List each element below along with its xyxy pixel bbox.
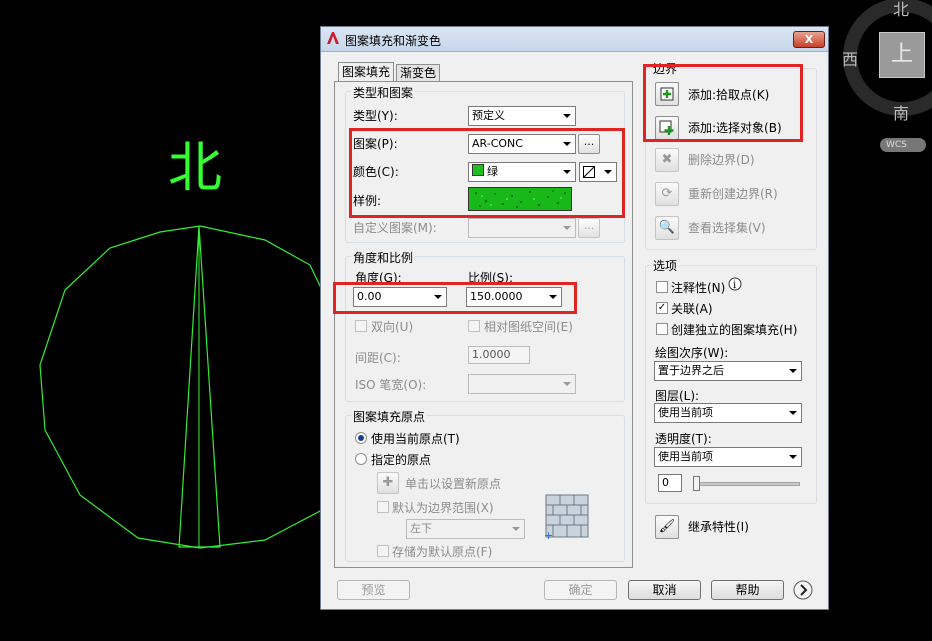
wcs-menu[interactable]: WCS	[880, 138, 926, 152]
store-default-origin-label: 存储为默认原点(F)	[392, 545, 493, 559]
chevron-down-icon	[789, 411, 797, 415]
help-button[interactable]: 帮助	[711, 580, 784, 600]
layer-label: 图层(L):	[655, 389, 700, 403]
draw-order-label: 绘图次序(W):	[655, 346, 729, 360]
custom-browse-button[interactable]: ...	[578, 218, 600, 238]
transparency-number-input[interactable]: 0	[658, 474, 682, 492]
click-set-origin-label: 单击以设置新原点	[405, 477, 502, 491]
viewcube-south-label[interactable]: 南	[893, 100, 909, 124]
circle-polygon	[39, 225, 323, 549]
highlight-angle-scale-box	[333, 282, 577, 314]
recreate-boundary-icon[interactable]: ⟳	[655, 182, 679, 206]
spacing-label: 间距(C):	[355, 351, 401, 365]
info-icon[interactable]: i	[728, 277, 742, 291]
chevron-down-icon	[512, 527, 520, 531]
dialog-title: 图案填充和渐变色	[345, 34, 442, 48]
origin-position-value: 左下	[410, 522, 432, 535]
type-label: 类型(Y):	[353, 109, 398, 123]
double-checkbox[interactable]	[355, 320, 367, 332]
specified-origin-label: 指定的原点	[371, 453, 432, 467]
viewcube-north-label[interactable]: 北	[893, 0, 909, 20]
svg-text:i: i	[733, 280, 736, 291]
store-default-origin-checkbox[interactable]	[377, 545, 389, 557]
use-current-origin-label: 使用当前原点(T)	[371, 432, 460, 446]
chevron-down-icon	[563, 382, 571, 386]
cancel-button[interactable]: 取消	[628, 580, 701, 600]
angle-scale-group-title: 角度和比例	[351, 249, 416, 266]
hatch-gradient-dialog: 图案填充和渐变色 X 图案填充 渐变色 类型和图案 类型(Y): 预定义 图案(…	[320, 26, 829, 610]
set-origin-icon[interactable]: ✚	[377, 472, 399, 494]
autocad-app-icon	[327, 32, 339, 44]
view-selection-magnifier-icon[interactable]: 🔍	[655, 216, 679, 240]
tab-hatch[interactable]: 图案填充	[338, 62, 395, 81]
options-group-title: 选项	[651, 257, 680, 274]
specified-origin-radio[interactable]	[355, 453, 367, 465]
relative-paperspace-checkbox[interactable]	[468, 320, 480, 332]
recreate-boundary-label[interactable]: 重新创建边界(R)	[688, 185, 778, 202]
iso-pen-width-label: ISO 笔宽(O):	[355, 378, 427, 392]
transparency-slider-thumb[interactable]	[693, 476, 700, 491]
type-dropdown[interactable]: 预定义	[468, 106, 576, 126]
use-current-origin-radio[interactable]	[355, 432, 367, 444]
highlight-boundary-box	[643, 64, 803, 142]
double-label: 双向(U)	[371, 320, 414, 334]
dialog-titlebar[interactable]: 图案填充和渐变色 X	[321, 27, 828, 52]
chevron-down-icon	[789, 369, 797, 373]
iso-pen-width-dropdown[interactable]	[468, 374, 576, 394]
transparency-slider-track[interactable]	[693, 482, 800, 486]
custom-pattern-dropdown[interactable]	[468, 218, 576, 238]
viewcube-top-face[interactable]: 上	[879, 32, 925, 78]
associative-label: 关联(A)	[671, 302, 713, 316]
inherit-properties-icon[interactable]: 🖌	[655, 515, 679, 539]
inherit-properties-label[interactable]: 继承特性(I)	[688, 518, 749, 535]
layer-value: 使用当前项	[658, 406, 713, 419]
viewcube-west-label[interactable]: 西	[842, 46, 858, 70]
hatch-tab-panel: 类型和图案 类型(Y): 预定义 图案(P): AR-CONC ... 颜色(C…	[333, 81, 633, 568]
north-text: 北	[168, 136, 222, 199]
hatch-origin-group-title: 图案填充原点	[351, 408, 428, 425]
chevron-down-icon	[789, 455, 797, 459]
svg-text:+: +	[544, 529, 553, 539]
ok-button[interactable]: 确定	[544, 580, 617, 600]
preview-button[interactable]: 预览	[337, 580, 410, 600]
draw-order-value: 置于边界之后	[658, 364, 724, 377]
view-selection-label[interactable]: 查看选择集(V)	[688, 219, 766, 236]
chevron-down-icon	[563, 226, 571, 230]
type-pattern-group-title: 类型和图案	[351, 84, 416, 101]
default-extent-label: 默认为边界范围(X)	[392, 501, 494, 515]
annotative-label: 注释性(N)	[671, 281, 726, 295]
origin-brick-preview-icon: +	[544, 494, 589, 539]
relative-paperspace-label: 相对图纸空间(E)	[484, 320, 573, 334]
type-value: 预定义	[472, 109, 505, 122]
spacing-input[interactable]: 1.0000	[468, 346, 530, 364]
annotative-checkbox[interactable]	[656, 281, 668, 293]
remove-boundary-label[interactable]: 删除边界(D)	[688, 151, 755, 168]
separate-hatches-checkbox[interactable]	[656, 323, 668, 335]
more-options-arrow-icon[interactable]	[793, 580, 813, 600]
chevron-down-icon	[563, 114, 571, 118]
transparency-dropdown[interactable]: 使用当前项	[654, 447, 802, 467]
associative-checkbox[interactable]: ✓	[656, 302, 668, 314]
wcs-label: WCS	[886, 140, 907, 150]
highlight-pattern-color-box	[349, 128, 625, 218]
layer-dropdown[interactable]: 使用当前项	[654, 403, 802, 423]
remove-boundary-icon[interactable]: ✖	[655, 148, 679, 172]
separate-hatches-label: 创建独立的图案填充(H)	[671, 323, 798, 337]
origin-position-dropdown[interactable]: 左下	[406, 519, 525, 539]
draw-order-dropdown[interactable]: 置于边界之后	[654, 361, 802, 381]
close-button[interactable]: X	[793, 31, 825, 48]
transparency-value: 使用当前项	[658, 450, 713, 463]
transparency-label: 透明度(T):	[655, 432, 712, 446]
tab-gradient[interactable]: 渐变色	[396, 64, 441, 81]
default-extent-checkbox[interactable]	[377, 501, 389, 513]
custom-pattern-label: 自定义图案(M):	[353, 221, 437, 235]
